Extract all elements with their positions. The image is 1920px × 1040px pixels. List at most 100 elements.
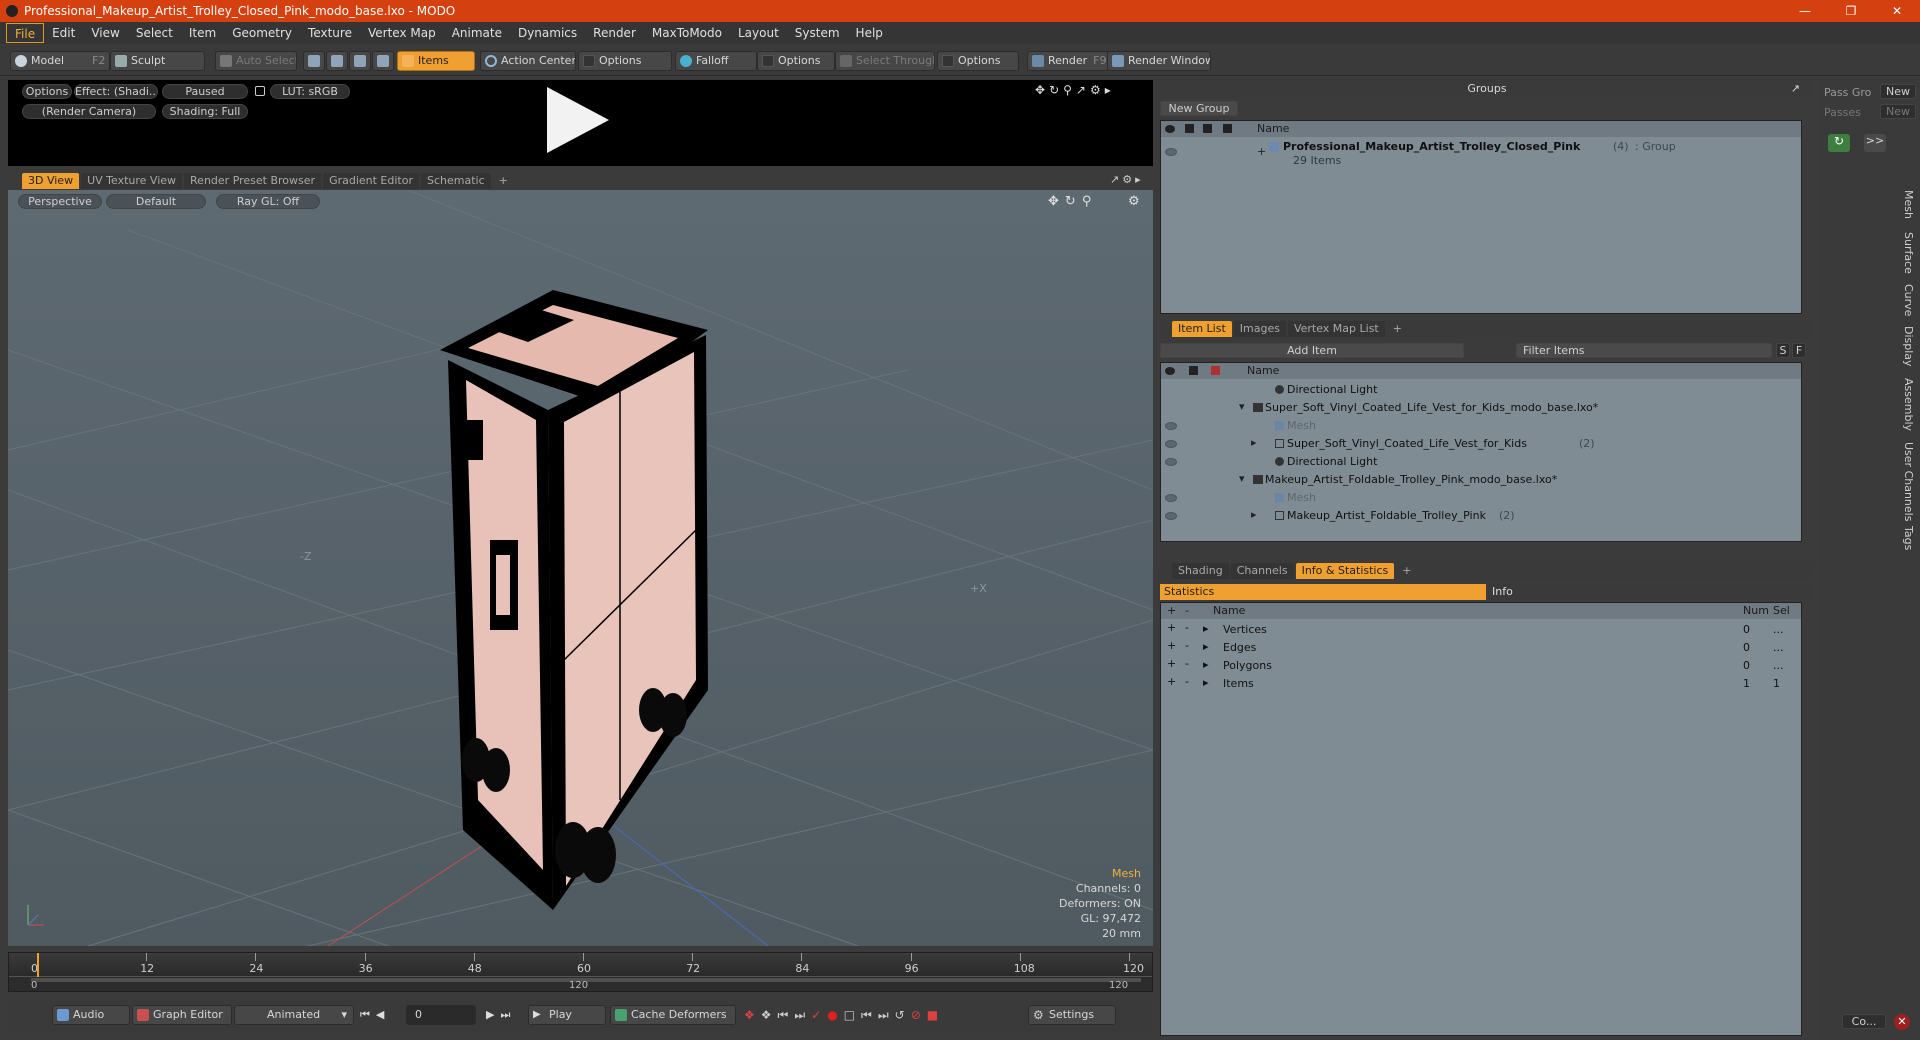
remove-stat-icon[interactable]: - bbox=[1185, 621, 1189, 634]
side-tab-display[interactable]: Display bbox=[1902, 326, 1915, 367]
first-frame-icon[interactable]: ⏮ bbox=[360, 1008, 376, 1021]
lock-icon[interactable] bbox=[255, 86, 265, 96]
preview-paused-button[interactable]: Paused bbox=[162, 84, 248, 99]
collapse-arrow-icon[interactable]: ▾ bbox=[1239, 400, 1245, 413]
filter-items-input[interactable]: Filter Items bbox=[1516, 343, 1772, 358]
raygl-dropdown[interactable]: Ray GL: Off bbox=[216, 194, 320, 209]
vertices-select-button[interactable] bbox=[303, 51, 325, 71]
collapse-arrow-icon[interactable]: ▾ bbox=[1239, 472, 1245, 485]
zoom-icon[interactable]: ⚲ bbox=[1082, 194, 1098, 209]
filter-s-button[interactable]: S bbox=[1776, 343, 1790, 358]
remove-stat-icon[interactable]: - bbox=[1185, 675, 1189, 688]
viewport-gear-icon[interactable]: ⚙ bbox=[1122, 173, 1135, 186]
tab-uv-texture-view[interactable]: UV Texture View bbox=[81, 173, 183, 189]
tab-shading[interactable]: Shading bbox=[1172, 563, 1229, 579]
expand-arrow-icon[interactable]: ▸ bbox=[1251, 436, 1257, 449]
add-stat-icon[interactable]: + bbox=[1167, 657, 1176, 670]
stats-row[interactable]: + - ▸ Items 1 1 bbox=[1161, 675, 1801, 693]
menu-item[interactable]: Item bbox=[181, 23, 224, 43]
auto-select-button[interactable]: Auto Select bbox=[215, 51, 297, 71]
add-stat-icon[interactable]: + bbox=[1167, 675, 1176, 688]
set-key-icon[interactable]: ✓ bbox=[811, 1008, 827, 1022]
solo-icon[interactable]: ■ bbox=[927, 1008, 944, 1022]
action-center-button[interactable]: Action Center bbox=[480, 51, 576, 71]
info-tab-button[interactable]: Info bbox=[1488, 584, 1814, 600]
preview-effect-dropdown[interactable]: Effect: (Shadi... bbox=[74, 84, 158, 99]
cache-deformers-button[interactable]: Cache Deformers bbox=[610, 1005, 736, 1025]
side-tab-surface[interactable]: Surface bbox=[1902, 232, 1915, 274]
key-icon[interactable]: ❖ bbox=[744, 1008, 761, 1022]
filter-f-button[interactable]: F bbox=[1792, 343, 1806, 358]
menu-animate[interactable]: Animate bbox=[444, 23, 510, 43]
materials-select-button[interactable] bbox=[372, 51, 394, 71]
side-tab-tags[interactable]: Tags bbox=[1902, 526, 1915, 550]
menu-geometry[interactable]: Geometry bbox=[224, 23, 300, 43]
expand-arrow-icon[interactable]: ▸ bbox=[1203, 676, 1209, 689]
action-center-options-button[interactable]: Options bbox=[578, 51, 672, 71]
menu-system[interactable]: System bbox=[787, 23, 848, 43]
list-item[interactable]: Directional Light bbox=[1161, 381, 1801, 399]
move-view-icon[interactable]: ✥ bbox=[1035, 83, 1049, 97]
new-group-button[interactable]: New Group bbox=[1160, 101, 1238, 116]
minimize-button[interactable]: — bbox=[1782, 0, 1828, 22]
tab-vertex-map-list[interactable]: Vertex Map List bbox=[1287, 321, 1385, 337]
add-tab-button[interactable]: + bbox=[493, 173, 514, 189]
falloff-button[interactable]: Falloff bbox=[675, 51, 757, 71]
menu-help[interactable]: Help bbox=[848, 23, 891, 43]
record-icon[interactable]: ● bbox=[827, 1008, 843, 1022]
maximize-icon[interactable]: ↗ bbox=[1110, 173, 1122, 186]
remove-stat-icon[interactable]: - bbox=[1185, 657, 1189, 670]
groups-maximize-icon[interactable]: ↗ bbox=[1791, 80, 1800, 98]
pan-icon[interactable]: ✥ bbox=[1048, 194, 1065, 209]
menu-layout[interactable]: Layout bbox=[730, 23, 787, 43]
settings-button[interactable]: ⚙ Settings bbox=[1028, 1005, 1116, 1025]
audio-button[interactable]: Audio bbox=[52, 1005, 130, 1025]
expand-arrow-icon[interactable]: ▸ bbox=[1203, 658, 1209, 671]
item-visibility-eye-icon[interactable] bbox=[1165, 440, 1177, 448]
stats-row[interactable]: + - ▸ Edges 0... bbox=[1161, 639, 1801, 657]
tab-images[interactable]: Images bbox=[1233, 321, 1286, 337]
stats-row[interactable]: + - ▸ Polygons 0... bbox=[1161, 657, 1801, 675]
group-row[interactable]: + Professional_Makeup_Artist_Trolley_Clo… bbox=[1161, 139, 1801, 169]
side-tab-user-channels[interactable]: User Channels bbox=[1902, 442, 1915, 521]
orbit-icon[interactable]: ↻ bbox=[1065, 194, 1082, 209]
perspective-dropdown[interactable]: Perspective bbox=[18, 194, 102, 209]
menu-select[interactable]: Select bbox=[128, 23, 181, 43]
list-item[interactable]: Directional Light bbox=[1161, 453, 1801, 471]
menu-edit[interactable]: Edit bbox=[44, 23, 83, 43]
prev-key-icon[interactable]: ◀ bbox=[376, 1008, 390, 1021]
corner-close-icon[interactable]: ✕ bbox=[1894, 1014, 1910, 1030]
polygons-select-button[interactable] bbox=[349, 51, 371, 71]
sculpt-mode-button[interactable]: Sculpt bbox=[110, 51, 205, 71]
new-pass-group-button[interactable]: New bbox=[1880, 84, 1916, 99]
item-visibility-eye-icon[interactable] bbox=[1165, 422, 1177, 430]
play-icon[interactable] bbox=[547, 87, 609, 153]
skip-back-icon[interactable]: ⏮ bbox=[861, 1008, 878, 1022]
falloff-options-button[interactable]: Options bbox=[757, 51, 835, 71]
expand-arrow-icon[interactable]: ▸ bbox=[1203, 640, 1209, 653]
tab-info-statistics[interactable]: Info & Statistics bbox=[1295, 563, 1395, 579]
items-select-button[interactable]: Items bbox=[397, 51, 475, 71]
model-mode-button[interactable]: Model F2 bbox=[10, 51, 110, 71]
expand-arrow-icon[interactable]: ▸ bbox=[1251, 508, 1257, 521]
prev-keyframe-icon[interactable]: ⏮ bbox=[778, 1008, 795, 1022]
tab-channels[interactable]: Channels bbox=[1230, 563, 1294, 579]
maximize-button[interactable]: ❐ bbox=[1828, 0, 1874, 22]
list-item[interactable]: ▾ Makeup_Artist_Foldable_Trolley_Pink_mod… bbox=[1161, 471, 1801, 489]
preview-gear-icon[interactable]: ⚙ bbox=[1090, 83, 1105, 97]
select-through-button[interactable]: Select Through bbox=[835, 51, 935, 71]
new-pass-button[interactable]: New bbox=[1880, 104, 1916, 119]
next-keyframe-icon[interactable]: ⏭ bbox=[794, 1008, 811, 1022]
playhead[interactable] bbox=[37, 953, 39, 977]
preview-options-button[interactable]: Options bbox=[22, 84, 72, 99]
side-tab-mesh[interactable]: Mesh bbox=[1902, 190, 1915, 219]
tab-schematic[interactable]: Schematic bbox=[421, 173, 491, 189]
animated-dropdown[interactable]: Animated ▾ bbox=[234, 1005, 354, 1025]
menu-maxtomodo[interactable]: MaxToModo bbox=[644, 23, 730, 43]
list-item[interactable]: ▾ Super_Soft_Vinyl_Coated_Life_Vest_for_K… bbox=[1161, 399, 1801, 417]
rotate-view-icon[interactable]: ↻ bbox=[1049, 83, 1063, 97]
list-item[interactable]: Mesh bbox=[1161, 489, 1801, 507]
tab-item-list[interactable]: Item List bbox=[1172, 321, 1232, 337]
graph-editor-button[interactable]: Graph Editor bbox=[132, 1005, 232, 1025]
add-stat-icon[interactable]: + bbox=[1167, 621, 1176, 634]
